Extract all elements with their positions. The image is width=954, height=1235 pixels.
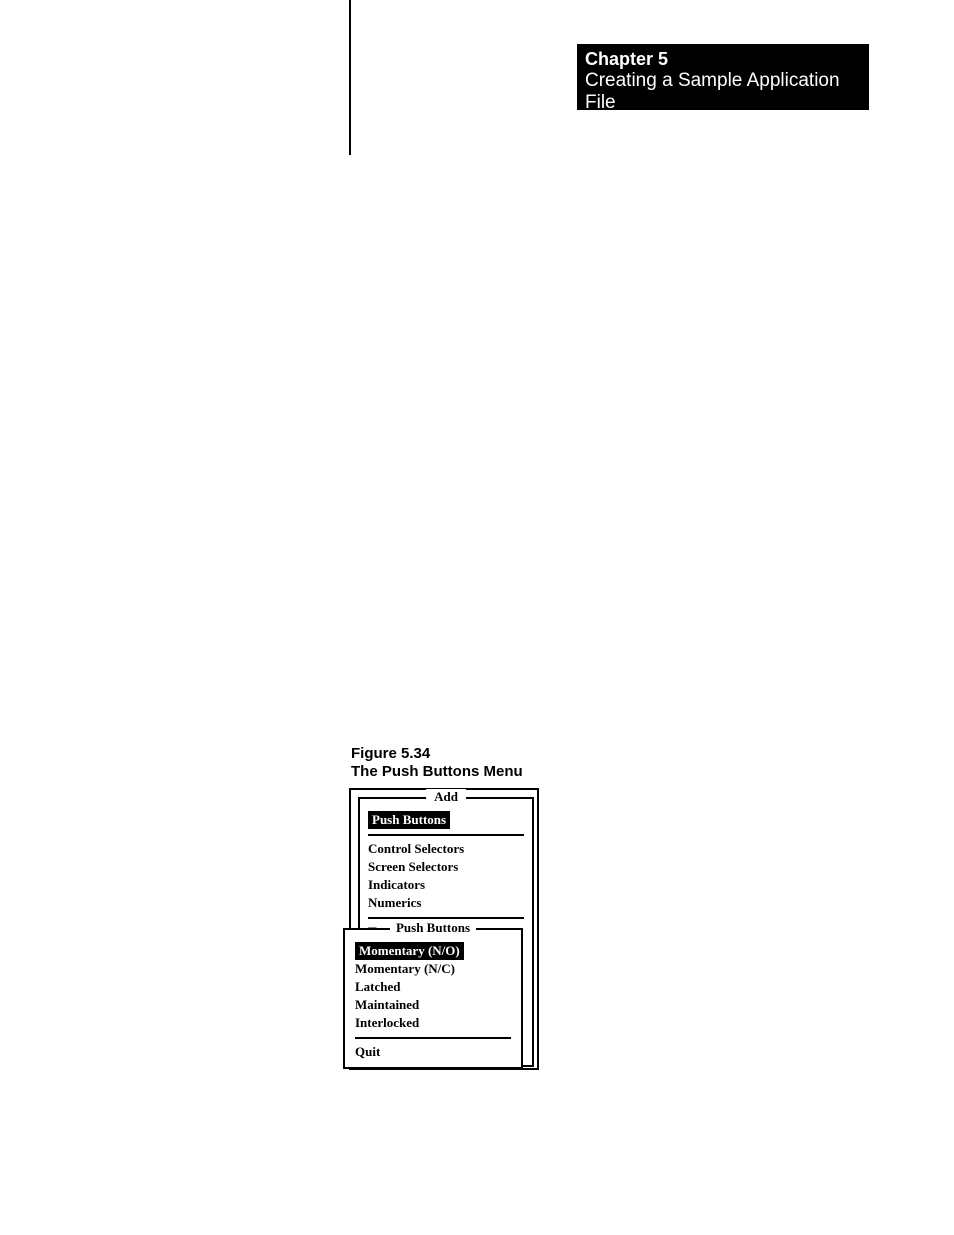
chapter-label: Chapter 5	[585, 48, 861, 70]
push-buttons-selected-item[interactable]: Momentary (N/O)	[355, 942, 464, 960]
figure-diagram: Add Push Buttons Control Selectors Scree…	[349, 788, 539, 1070]
push-buttons-menu-item[interactable]: Interlocked	[355, 1014, 511, 1032]
menu-separator	[368, 834, 524, 836]
push-buttons-menu-item[interactable]: Latched	[355, 978, 511, 996]
window-frame: Add Push Buttons Control Selectors Scree…	[349, 788, 539, 1070]
page-header: Chapter 5 Creating a Sample Application …	[577, 44, 869, 110]
figure-caption: Figure 5.34 The Push Buttons Menu	[351, 745, 523, 781]
menu-separator	[355, 1037, 511, 1039]
add-menu-item[interactable]: Control Selectors	[368, 840, 524, 858]
push-buttons-quit-item[interactable]: Quit	[355, 1043, 511, 1061]
menu-separator	[368, 917, 524, 919]
push-buttons-menu-item[interactable]: Maintained	[355, 996, 511, 1014]
figure-title: The Push Buttons Menu	[351, 763, 523, 781]
push-buttons-menu: Push Buttons Momentary (N/O) Momentary (…	[343, 928, 523, 1069]
add-menu-item[interactable]: Indicators	[368, 876, 524, 894]
push-buttons-menu-title: Push Buttons	[390, 920, 476, 936]
add-menu-selected-item[interactable]: Push Buttons	[368, 811, 450, 829]
add-menu-item[interactable]: Numerics	[368, 894, 524, 912]
figure-number: Figure 5.34	[351, 745, 523, 763]
add-menu-item[interactable]: Screen Selectors	[368, 858, 524, 876]
vertical-rule	[349, 0, 351, 155]
add-menu-title: Add	[426, 789, 466, 805]
page: Chapter 5 Creating a Sample Application …	[0, 0, 954, 1235]
chapter-title: Creating a Sample Application File	[585, 70, 861, 114]
push-buttons-menu-item[interactable]: Momentary (N/C)	[355, 960, 511, 978]
